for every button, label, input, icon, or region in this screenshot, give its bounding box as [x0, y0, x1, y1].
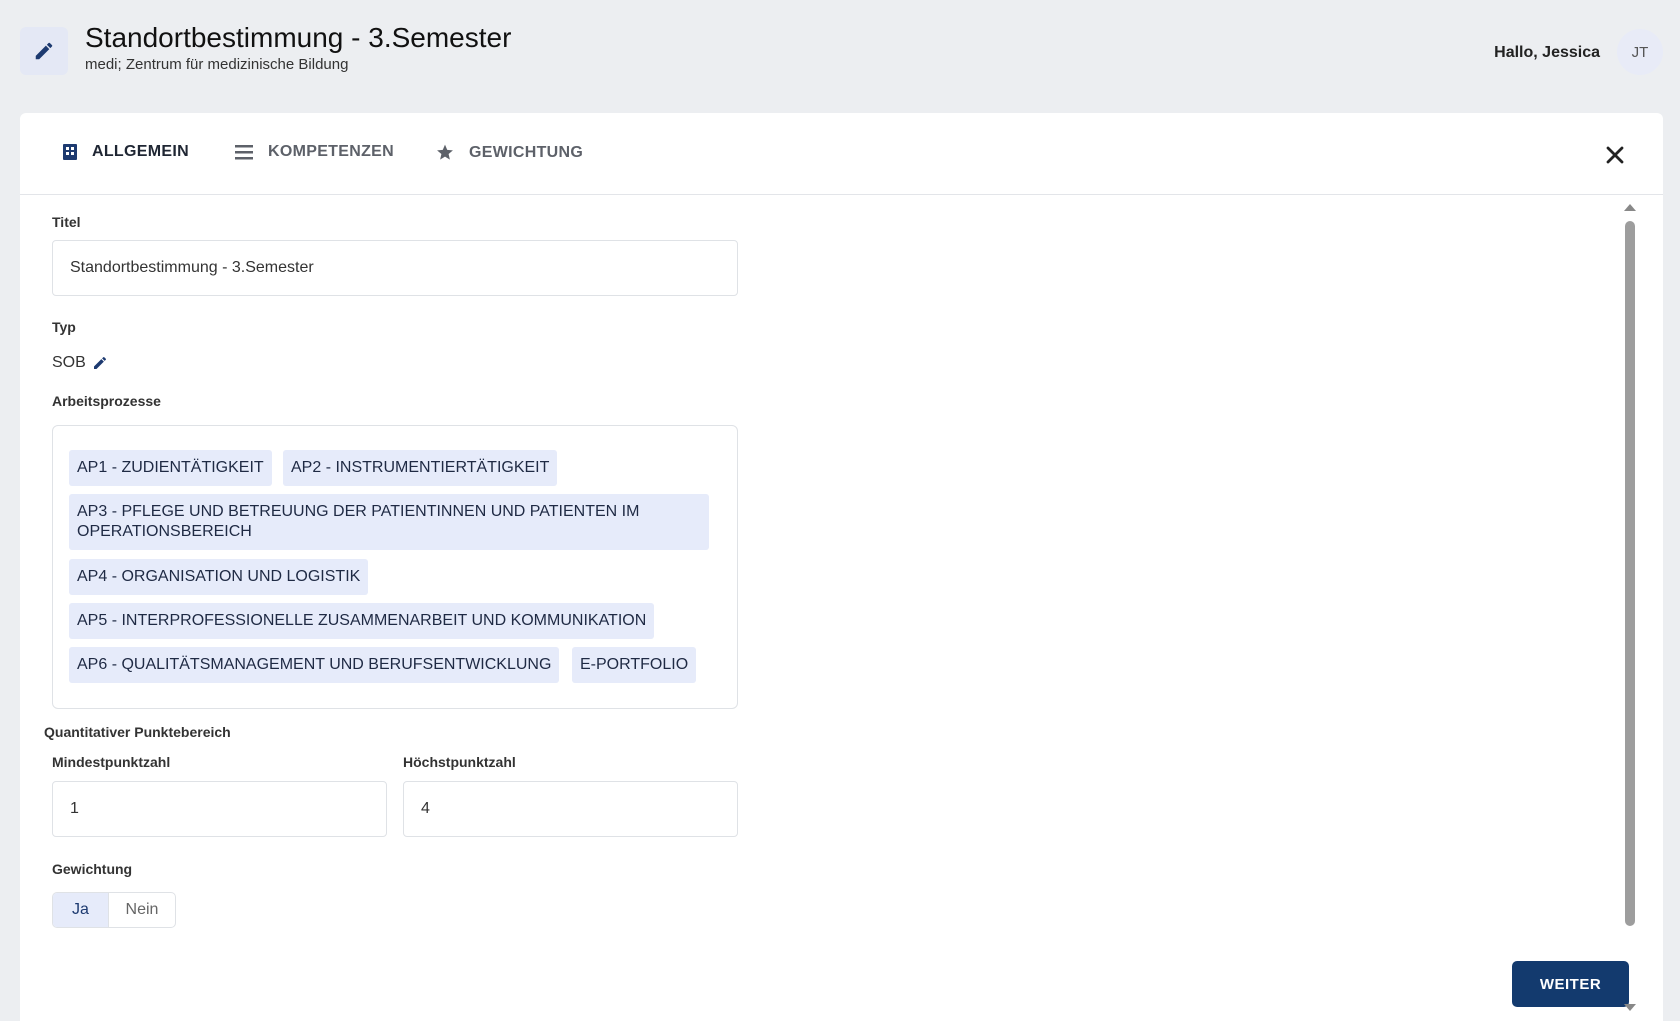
- arbeitsprozesse-label: Arbeitsprozesse: [52, 393, 161, 409]
- pencil-icon: [35, 42, 53, 60]
- arbeitsprozesse-select[interactable]: AP1 - ZUDIENTÄTIGKEIT AP2 - INSTRUMENTIE…: [52, 425, 738, 709]
- chip-ap2[interactable]: AP2 - INSTRUMENTIERTÄTIGKEIT: [283, 450, 558, 486]
- chip-ap6[interactable]: AP6 - QUALITÄTSMANAGEMENT UND BERUFSENTW…: [69, 647, 560, 683]
- typ-value: SOB: [52, 354, 108, 372]
- chip-ap5[interactable]: AP5 - INTERPROFESSIONELLE ZUSAMMENARBEIT…: [69, 603, 655, 639]
- tab-bar: ALLGEMEIN KOMPETENZEN GEWICHTUNG: [20, 113, 1663, 195]
- scroll-up-arrow-icon[interactable]: [1624, 204, 1636, 211]
- tab-gewichtung-label: GEWICHTUNG: [469, 143, 584, 161]
- titel-input[interactable]: [52, 240, 738, 296]
- titel-label: Titel: [52, 214, 81, 230]
- hoechst-label: Höchstpunktzahl: [403, 754, 516, 770]
- tab-allgemein-label: ALLGEMEIN: [92, 143, 189, 160]
- close-button[interactable]: [1601, 141, 1629, 169]
- form-card: ALLGEMEIN KOMPETENZEN GEWICHTUNG Titel S…: [20, 113, 1663, 1021]
- form-content: Titel Typ SOB Arbeitsprozesse AP1 - ZUDI…: [20, 196, 1640, 1021]
- scrollbar-thumb[interactable]: [1625, 221, 1635, 926]
- close-icon: [1606, 146, 1624, 164]
- gewichtung-ja-option[interactable]: Ja: [53, 893, 109, 927]
- page-subtitle: medi; Zentrum für medizinische Bildung: [85, 56, 349, 73]
- tab-kompetenzen[interactable]: KOMPETENZEN: [234, 143, 394, 161]
- chip-ap1[interactable]: AP1 - ZUDIENTÄTIGKEIT: [69, 450, 272, 486]
- chip-ap3[interactable]: AP3 - PFLEGE UND BETREUUNG DER PATIENTIN…: [69, 494, 709, 550]
- hoechstpunktzahl-input[interactable]: [403, 781, 738, 837]
- mindest-label: Mindestpunktzahl: [52, 754, 171, 770]
- tab-gewichtung[interactable]: GEWICHTUNG: [435, 143, 583, 162]
- scrollbar[interactable]: [1622, 196, 1636, 1021]
- building-icon: [63, 144, 77, 160]
- list-icon: [235, 145, 253, 160]
- edit-typ-icon[interactable]: [92, 355, 108, 371]
- star-icon: [437, 144, 453, 160]
- avatar[interactable]: JT: [1617, 29, 1663, 75]
- typ-value-text: SOB: [52, 354, 86, 371]
- chip-ap4[interactable]: AP4 - ORGANISATION UND LOGISTIK: [69, 559, 369, 595]
- gewichtung-nein-option[interactable]: Nein: [109, 893, 175, 927]
- chip-e-portfolio[interactable]: E-PORTFOLIO: [572, 647, 697, 683]
- gewichtung-toggle: Ja Nein: [52, 892, 176, 928]
- tab-kompetenzen-label: KOMPETENZEN: [268, 143, 394, 160]
- gewichtung-label: Gewichtung: [52, 861, 133, 877]
- user-greeting: Hallo, Jessica: [1494, 44, 1600, 61]
- page-title: Standortbestimmung - 3.Semester: [85, 22, 512, 53]
- typ-label: Typ: [52, 319, 76, 335]
- scroll-down-arrow-icon[interactable]: [1624, 1004, 1636, 1011]
- punktebereich-label: Quantitativer Punktebereich: [44, 724, 231, 740]
- header-edit-icon: [20, 27, 68, 75]
- tab-allgemein[interactable]: ALLGEMEIN: [62, 143, 189, 161]
- weiter-button[interactable]: WEITER: [1512, 961, 1629, 1007]
- mindestpunktzahl-input[interactable]: [52, 781, 387, 837]
